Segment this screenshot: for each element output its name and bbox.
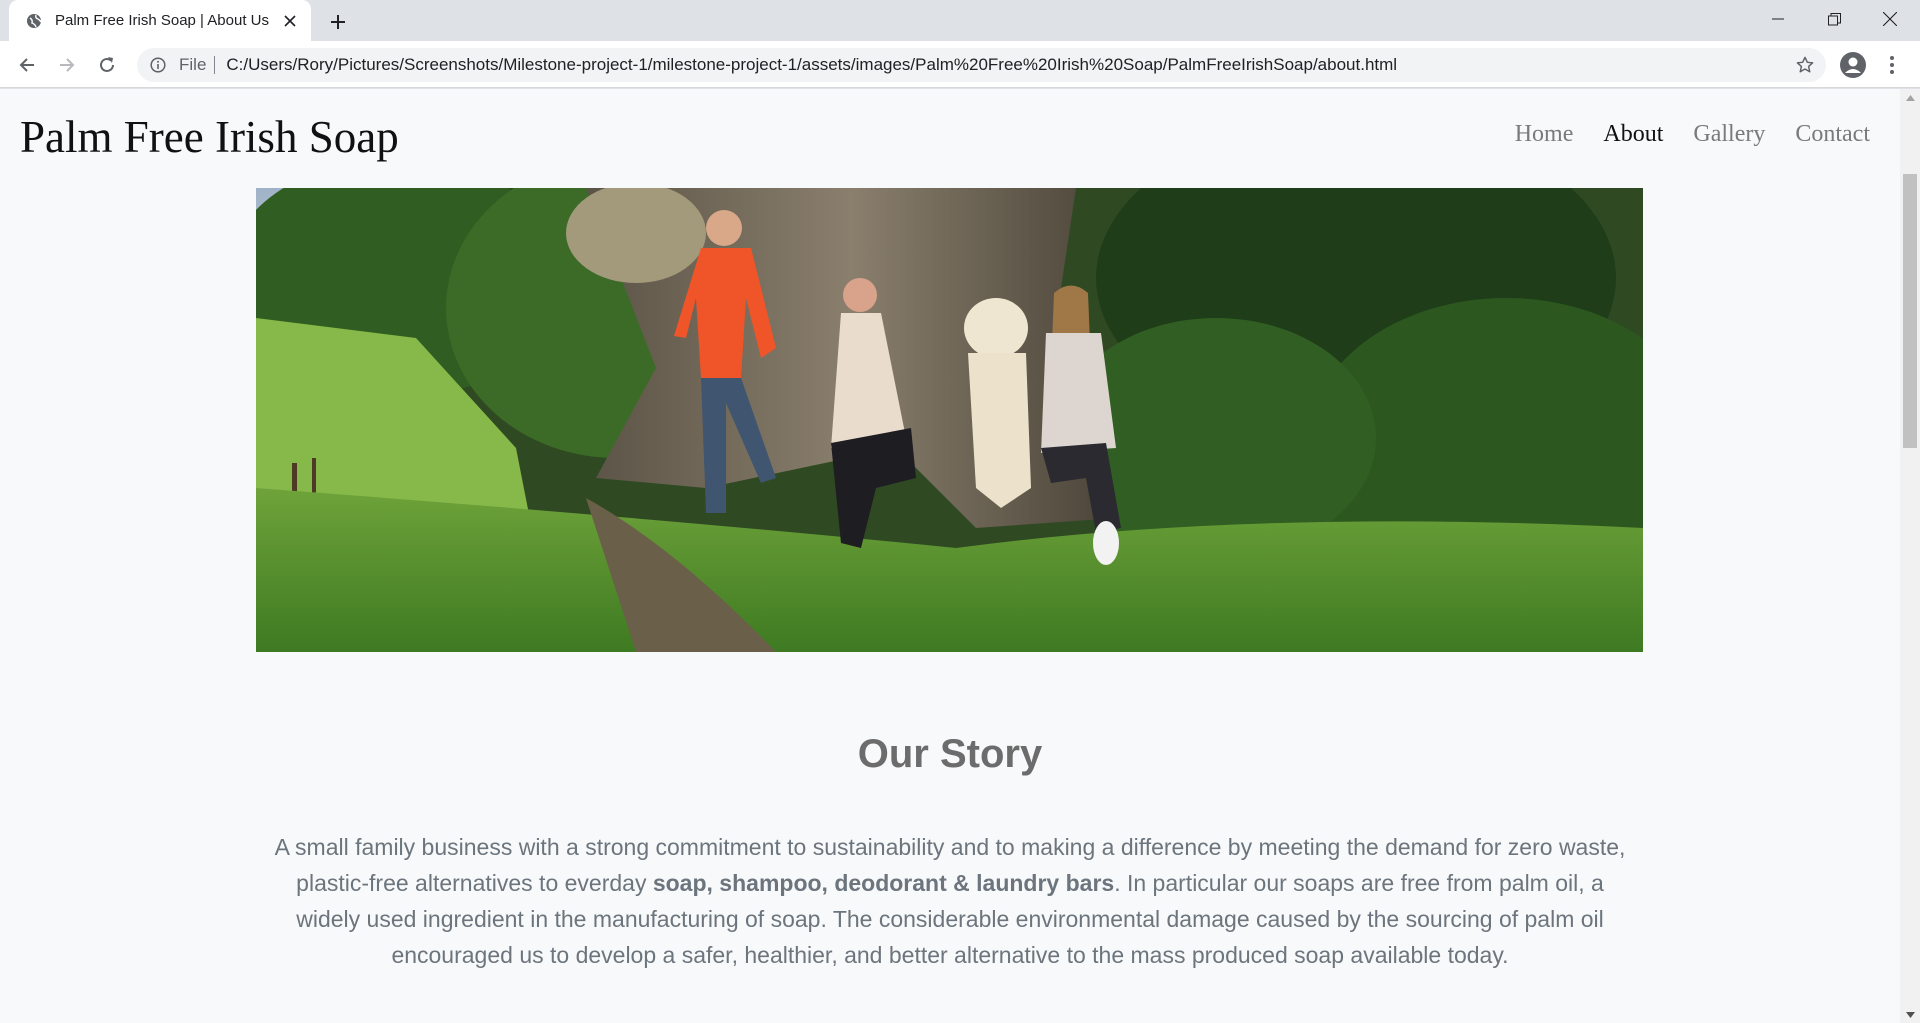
nav-gallery[interactable]: Gallery: [1693, 121, 1765, 148]
scroll-down-icon[interactable]: [1900, 1006, 1920, 1023]
browser-tab-strip: Palm Free Irish Soap | About Us: [0, 0, 1920, 41]
nav-about[interactable]: About: [1603, 121, 1663, 148]
browser-tab-active[interactable]: Palm Free Irish Soap | About Us: [9, 0, 311, 41]
minimize-icon[interactable]: [1750, 0, 1806, 38]
url-text[interactable]: C:/Users/Rory/Pictures/Screenshots/Miles…: [226, 55, 1397, 75]
story-text-products: soap, shampoo, deodorant & laundry bars: [652, 870, 1115, 896]
nav-contact[interactable]: Contact: [1795, 121, 1870, 148]
page-scrollbar[interactable]: [1900, 89, 1920, 1023]
hero-family-photo: [256, 188, 1643, 652]
globe-icon: [25, 12, 43, 30]
site-header: Palm Free Irish Soap Home About Gallery …: [0, 89, 1900, 186]
window-close-icon[interactable]: [1862, 0, 1918, 38]
scheme-label: File: [179, 55, 207, 74]
plus-icon[interactable]: [325, 9, 351, 35]
omnibox-divider: [214, 56, 216, 74]
address-bar[interactable]: File C:/Users/Rory/Pictures/Screenshots/…: [137, 48, 1826, 82]
info-icon[interactable]: [149, 56, 167, 74]
restore-icon[interactable]: [1806, 0, 1862, 38]
scrollbar-thumb[interactable]: [1903, 174, 1917, 448]
scroll-up-icon[interactable]: [1900, 89, 1920, 106]
main-nav: Home About Gallery Contact: [1515, 121, 1900, 148]
browser-toolbar: File C:/Users/Rory/Pictures/Screenshots/…: [0, 41, 1920, 88]
forward-arrow-icon[interactable]: [52, 50, 82, 80]
kebab-menu-icon[interactable]: [1880, 50, 1904, 80]
tab-title: Palm Free Irish Soap | About Us: [55, 12, 269, 29]
reload-icon[interactable]: [92, 50, 122, 80]
story-heading: Our Story: [857, 732, 1043, 776]
nav-home[interactable]: Home: [1515, 121, 1574, 148]
story-paragraph: A small family business with a strong co…: [270, 829, 1630, 973]
profile-icon[interactable]: [1838, 50, 1868, 80]
star-icon[interactable]: [1794, 54, 1816, 76]
page-viewport: Palm Free Irish Soap Home About Gallery …: [0, 89, 1920, 1023]
close-icon[interactable]: [279, 10, 301, 32]
site-brand[interactable]: Palm Free Irish Soap: [20, 111, 399, 163]
back-arrow-icon[interactable]: [12, 50, 42, 80]
